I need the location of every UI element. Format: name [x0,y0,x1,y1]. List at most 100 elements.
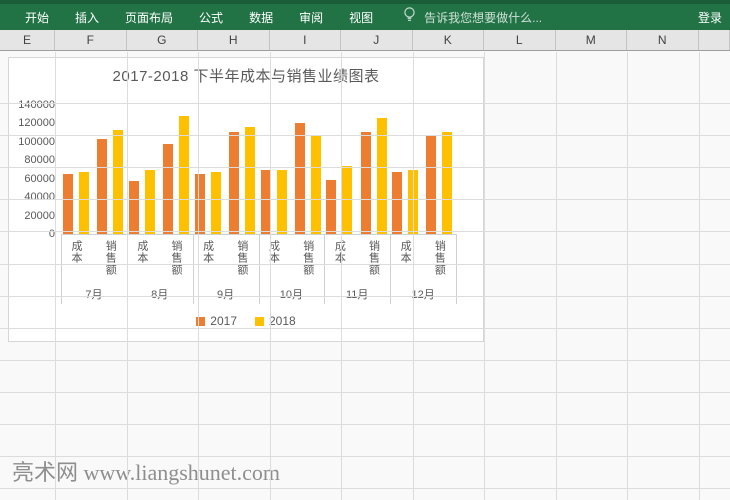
gridline [0,167,730,168]
chart-bar[interactable] [79,172,89,234]
column-header-M[interactable]: M [556,30,628,50]
chart-bar[interactable] [245,127,255,234]
gridline [556,52,557,500]
chart-bar[interactable] [129,181,139,234]
chart-bar[interactable] [442,132,452,234]
column-header-H[interactable]: H [198,30,270,50]
gridline [55,52,56,500]
chart-bar[interactable] [326,180,336,234]
ribbon-tabs: 开始 插入 页面布局 公式 数据 审阅 视图 [0,9,373,26]
ribbon-tab-data[interactable]: 数据 [249,9,273,26]
y-axis-tick-label: 120000 [13,117,55,129]
subcategory-label: 销售额 [235,240,248,276]
chart-bar[interactable] [163,144,173,234]
gridline [0,456,730,457]
chart-bar[interactable] [392,172,402,234]
subcategory-label: 成本 [69,240,82,264]
ribbon-tab-formulas[interactable]: 公式 [199,9,223,26]
legend-label: 2018 [269,314,296,328]
subcategory-label: 成本 [332,240,345,264]
ribbon-tab-insert[interactable]: 插入 [75,9,99,26]
y-axis-tick-label: 100000 [13,136,55,148]
tellme-search[interactable]: 告诉我您想要做什么... [403,7,542,28]
ribbon-tab-review[interactable]: 审阅 [299,9,323,26]
column-header-I[interactable]: I [270,30,342,50]
chart-bar[interactable] [311,135,321,235]
legend-item-2018[interactable]: 2018 [255,314,296,328]
subcategory-label: 销售额 [367,240,380,276]
chart-bar[interactable] [179,116,189,234]
excel-window: 开始 插入 页面布局 公式 数据 审阅 视图 告诉我您想要做什么... 登录 EFGHIJK… [0,0,730,500]
gridline [198,52,199,500]
chart-bar[interactable] [277,170,287,234]
column-header-E[interactable]: E [0,30,55,50]
chart-bar[interactable] [229,132,239,234]
watermark-text: 亮术网 www.liangshunet.com [12,455,280,487]
subcategory-label: 成本 [267,240,280,264]
month-label: 11月 [324,286,390,302]
gridline [0,328,730,329]
y-axis-tick-label: 0 [13,228,55,240]
chart-bar[interactable] [361,132,371,234]
chart-bar[interactable] [211,172,221,234]
chart-bar[interactable] [145,170,155,234]
legend-item-2017[interactable]: 2017 [196,314,237,328]
gridline [0,392,730,393]
ribbon-tab-home[interactable]: 开始 [25,9,49,26]
gridline [627,52,628,500]
y-axis-tick-label: 20000 [13,210,55,222]
subcategory-label: 销售额 [432,240,445,276]
ribbon-bar: 开始 插入 页面布局 公式 数据 审阅 视图 告诉我您想要做什么... 登录 [0,0,730,30]
column-header-partial[interactable] [699,30,730,50]
gridline [0,103,730,104]
sheet-grid[interactable]: 2017-2018 下半年成本与销售业绩图表 20172018 14000012… [0,52,730,500]
legend-swatch-icon [255,317,264,326]
column-header-K[interactable]: K [413,30,485,50]
ribbon-tab-page-layout[interactable]: 页面布局 [125,9,173,26]
category-separator-line [456,234,457,304]
gridline [0,424,730,425]
gridline [0,135,730,136]
gridline [0,199,730,200]
column-header-F[interactable]: F [55,30,127,50]
chart-bar[interactable] [426,135,436,235]
subcategory-label: 销售额 [301,240,314,276]
gridline [0,264,730,265]
legend-label: 2017 [210,314,237,328]
chart-bar[interactable] [113,130,123,234]
gridline [0,488,730,489]
gridline [413,52,414,500]
column-header-row: EFGHIJKLMN [0,30,730,51]
gridline [127,52,128,500]
subcategory-label: 成本 [201,240,214,264]
gridline [484,52,485,500]
month-label: 10月 [259,286,325,302]
y-axis-tick-label: 140000 [13,99,55,111]
y-axis-tick-label: 60000 [13,173,55,185]
chart-bar[interactable] [195,174,205,234]
column-header-L[interactable]: L [484,30,556,50]
month-label: 9月 [193,286,259,302]
chart-bar[interactable] [295,123,305,234]
y-axis-tick-label: 40000 [13,191,55,203]
subcategory-label: 销售额 [103,240,116,276]
lightbulb-icon [403,7,416,28]
ribbon-tab-view[interactable]: 视图 [349,9,373,26]
y-axis-tick-label: 80000 [13,154,55,166]
month-label: 7月 [61,286,127,302]
column-header-N[interactable]: N [627,30,699,50]
gridline [270,52,271,500]
column-header-G[interactable]: G [127,30,199,50]
chart-bar[interactable] [97,139,107,234]
tellme-placeholder: 告诉我您想要做什么... [424,9,542,26]
subcategory-label: 成本 [398,240,411,264]
chart-bar[interactable] [63,174,73,234]
gridline [0,360,730,361]
login-button[interactable]: 登录 [698,9,730,26]
gridline [0,296,730,297]
subcategory-label: 成本 [135,240,148,264]
gridline [341,52,342,500]
month-label: 12月 [390,286,456,302]
column-header-J[interactable]: J [341,30,413,50]
subcategory-label: 销售额 [169,240,182,276]
